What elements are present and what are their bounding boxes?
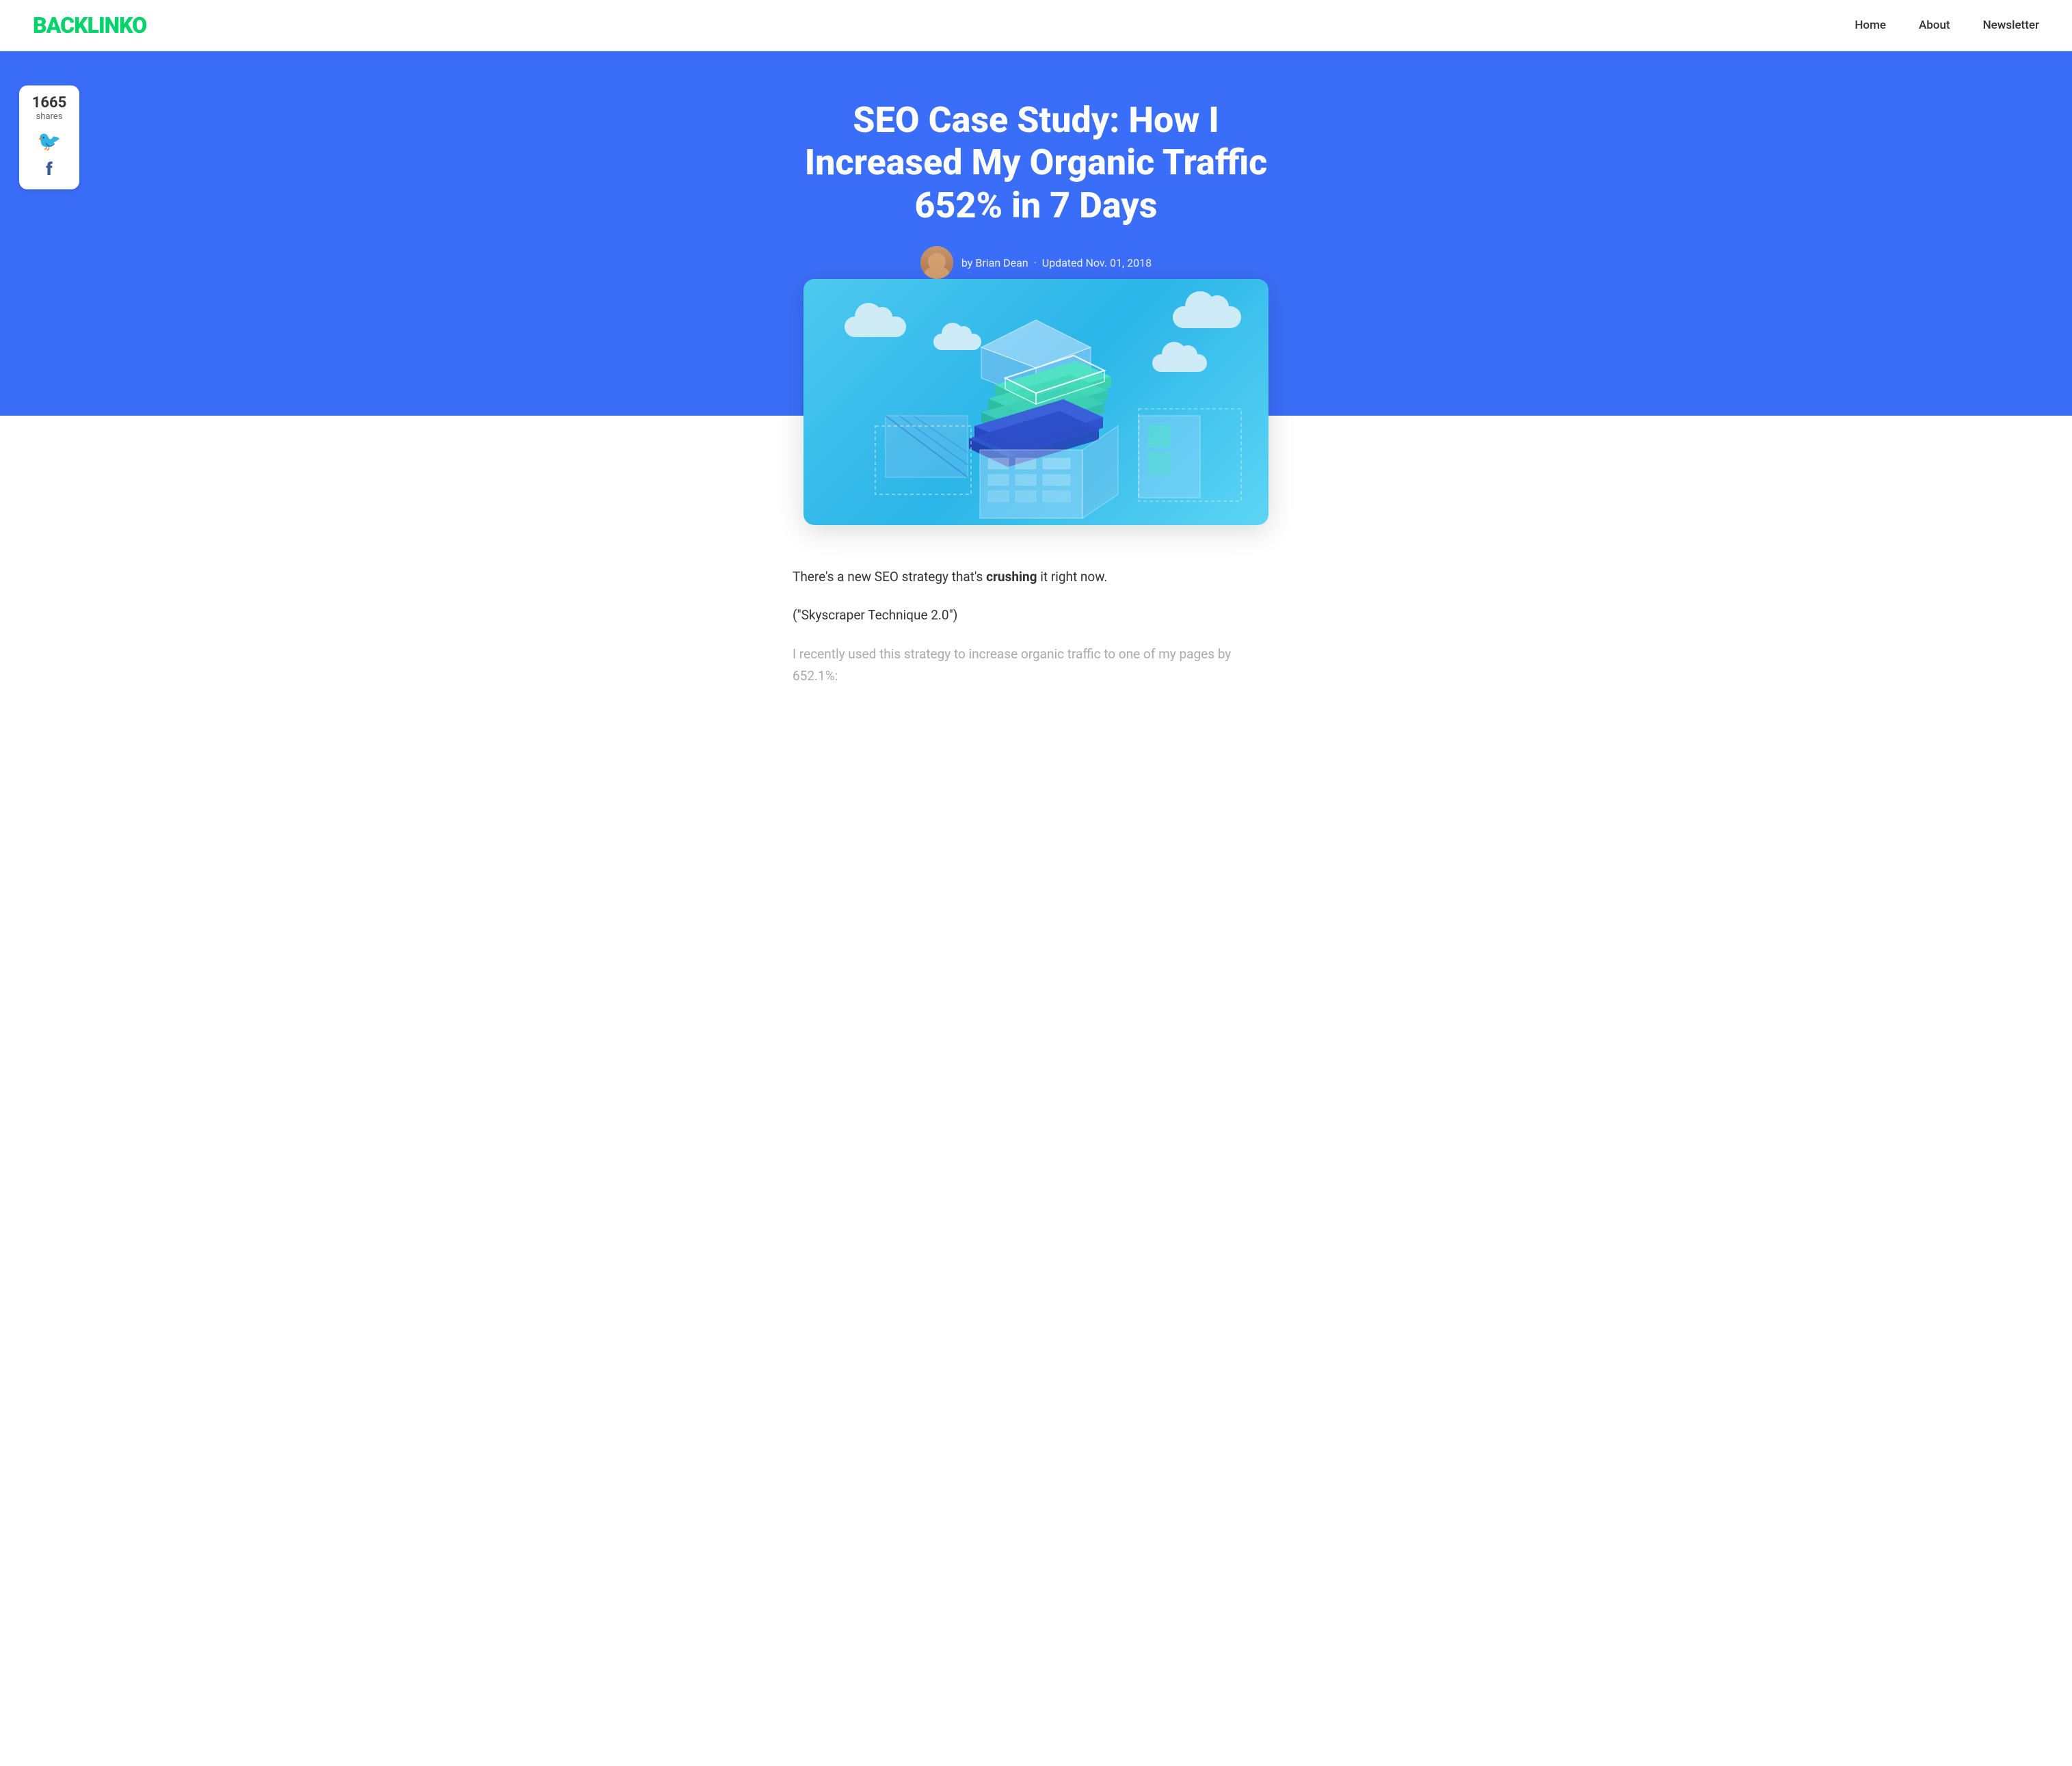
site-header: BACKLINKO Home About Newsletter bbox=[0, 0, 2072, 51]
facebook-share-button[interactable]: f bbox=[27, 159, 71, 180]
share-count: 1665 bbox=[27, 95, 71, 111]
avatar bbox=[920, 246, 953, 279]
hero-illustration bbox=[803, 279, 1269, 525]
twitter-share-button[interactable]: 🐦 bbox=[27, 130, 71, 152]
isometric-svg bbox=[803, 279, 1269, 525]
hero-section: 1665 shares 🐦 f SEO Case Study: How I In… bbox=[0, 51, 2072, 416]
nav-home[interactable]: Home bbox=[1855, 18, 1886, 32]
share-widget: 1665 shares 🐦 f bbox=[19, 85, 79, 189]
author-line: by Brian Dean · Updated Nov. 01, 2018 bbox=[776, 246, 1296, 279]
hero-content: SEO Case Study: How I Increased My Organ… bbox=[776, 92, 1296, 279]
site-logo[interactable]: BACKLINKO bbox=[33, 12, 146, 38]
main-nav: Home About Newsletter bbox=[1855, 18, 2039, 32]
intro-paragraph: There's a new SEO strategy that's crushi… bbox=[793, 566, 1279, 588]
hero-image bbox=[803, 279, 1269, 525]
facebook-icon: f bbox=[46, 159, 52, 180]
nav-about[interactable]: About bbox=[1919, 18, 1950, 32]
fade-paragraph: I recently used this strategy to increas… bbox=[793, 643, 1279, 688]
technique-paragraph: ("Skyscraper Technique 2.0") bbox=[793, 604, 1279, 626]
hero-title: SEO Case Study: How I Increased My Organ… bbox=[776, 99, 1296, 227]
share-label: shares bbox=[27, 111, 71, 122]
nav-newsletter[interactable]: Newsletter bbox=[1983, 18, 2039, 32]
avatar-image bbox=[920, 246, 953, 279]
twitter-icon: 🐦 bbox=[38, 130, 62, 152]
author-name: by Brian Dean · Updated Nov. 01, 2018 bbox=[961, 256, 1152, 269]
